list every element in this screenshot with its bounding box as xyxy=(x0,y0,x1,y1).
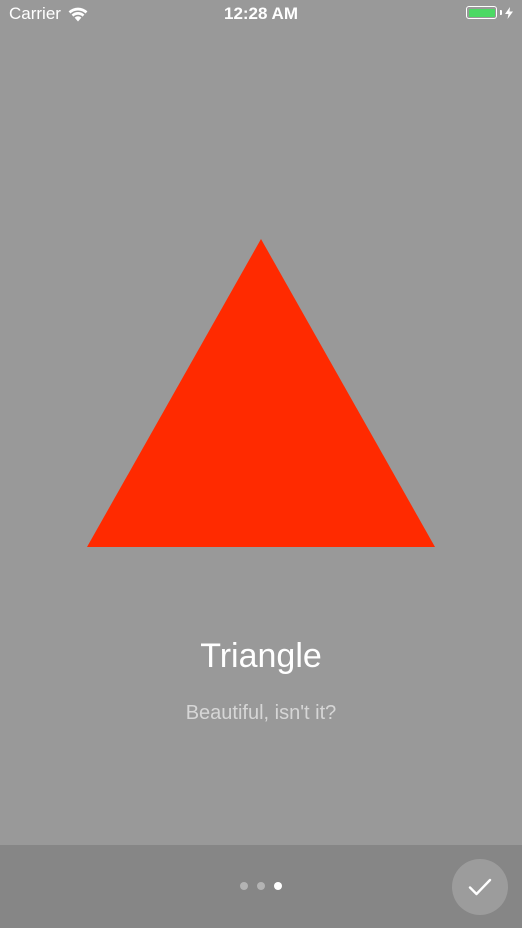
page-dot[interactable] xyxy=(257,882,265,890)
check-icon xyxy=(468,878,492,896)
page-dot[interactable] xyxy=(240,882,248,890)
done-button[interactable] xyxy=(452,859,508,915)
slide-illustration xyxy=(87,239,435,547)
slide-subtitle: Beautiful, isn't it? xyxy=(185,702,337,724)
page-dot[interactable] xyxy=(274,882,282,890)
onboarding-screen: Carrier 12:28 AM Triangle Beautiful, isn… xyxy=(0,0,522,928)
triangle-shape xyxy=(87,239,435,547)
slide-title: Triangle xyxy=(200,637,322,675)
bottom-bar xyxy=(0,845,522,928)
page-indicator[interactable] xyxy=(0,882,522,890)
